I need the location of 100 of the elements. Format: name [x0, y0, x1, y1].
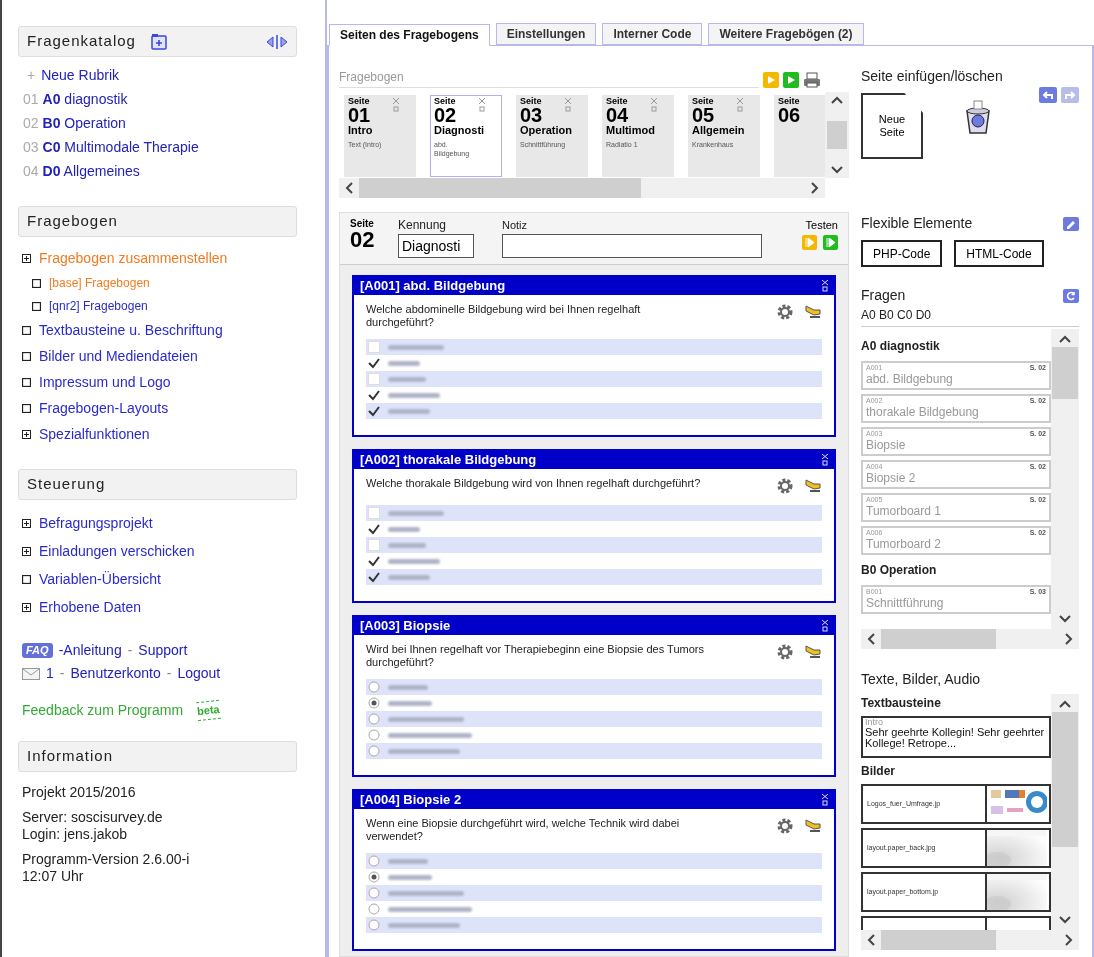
menu-link[interactable]: Textbausteine u. Beschriftung	[39, 320, 223, 341]
trash-icon[interactable]	[963, 99, 993, 135]
question-text: Wenn eine Biopsie durchgeführt wird, welche Technik wird dabei verwendet?	[366, 817, 681, 843]
panel-title: Fragebogen	[27, 211, 118, 232]
chevron-right-icon[interactable]	[1065, 934, 1073, 946]
panel-title: Fragenkatalog	[27, 31, 136, 52]
category-link[interactable]: B0 Operation	[42, 113, 126, 134]
print-icon[interactable]	[803, 72, 821, 88]
expand-box-icon	[22, 519, 31, 528]
question-title: [A001] abd. Bildgebung	[360, 277, 507, 296]
new-category-link[interactable]: Neue Rubrik	[41, 65, 119, 86]
play-icon[interactable]	[783, 72, 799, 88]
info-text: Server: soscisurvey.de Login: jens.jakob	[22, 809, 164, 843]
category-link[interactable]: D0 Allgemeines	[42, 161, 140, 182]
chevron-left-icon[interactable]	[867, 633, 875, 645]
scrollbar-thumb[interactable]	[359, 178, 641, 198]
account-link[interactable]: Benutzerkonto	[70, 663, 161, 684]
note-input[interactable]	[502, 234, 762, 258]
section-title: Seite einfügen/löschen	[861, 67, 1004, 86]
message-count[interactable]: 1	[46, 663, 54, 684]
chevron-down-icon[interactable]	[831, 166, 843, 174]
field-label: Testen	[805, 219, 838, 232]
menu-link[interactable]: Einladungen verschicken	[39, 541, 195, 562]
category-number: 04	[23, 162, 39, 181]
refresh-icon[interactable]	[1063, 288, 1079, 303]
chevron-up-icon[interactable]	[1059, 700, 1071, 708]
section-title: Flexible Elemente	[861, 214, 973, 233]
menu-link[interactable]: [qnr2] Fragebogen	[49, 297, 148, 315]
tab[interactable]: Interner Code	[602, 23, 703, 45]
chevron-left-icon[interactable]	[345, 182, 353, 194]
category-link[interactable]: A0 diagnostik	[42, 89, 128, 110]
scrollbar-thumb[interactable]	[1052, 347, 1078, 399]
leaf-box-icon	[22, 326, 31, 335]
question-title: [A002] thorakale Bildgebung	[360, 451, 538, 470]
blurred-label	[388, 700, 432, 706]
chevron-up-icon[interactable]	[831, 96, 843, 104]
expand-box-icon	[22, 254, 31, 263]
close-icon[interactable]	[822, 454, 828, 466]
gear-icon[interactable]	[776, 303, 794, 321]
close-icon[interactable]	[822, 794, 828, 806]
page-number: 06	[778, 106, 802, 124]
separator: -	[127, 641, 133, 660]
new-page-button[interactable]: Neue Seite	[861, 93, 923, 159]
beta-badge: beta	[196, 700, 221, 721]
category-link[interactable]: C0 Multimodale Therapie	[42, 137, 199, 158]
scrollbar-thumb[interactable]	[881, 629, 996, 649]
id-input[interactable]: Diagnosti	[398, 234, 474, 258]
page-card[interactable]: Seite 06	[774, 95, 825, 177]
undo-icon[interactable]	[1039, 87, 1057, 103]
question-text: Welche thorakale Bildgebung wird von Ihnen regelhaft durchgeführt?	[366, 477, 702, 490]
leaf-box-icon	[32, 278, 41, 288]
chevron-down-icon[interactable]	[1059, 916, 1071, 924]
menu-link[interactable]: Befragungsprojekt	[39, 513, 153, 534]
text-block-item[interactable]: Intro Sehr geehrte Kollegin! Sehr geehrter Kollege! Retrope...	[861, 716, 1051, 758]
tab[interactable]: Einstellungen	[495, 23, 597, 45]
play-icon[interactable]	[823, 235, 838, 250]
menu-link[interactable]: Variablen-Übersicht	[39, 569, 161, 590]
blurred-label	[388, 858, 428, 864]
field-label: Notiz	[502, 219, 529, 232]
support-link[interactable]: Support	[138, 640, 188, 661]
category-number: 01	[23, 90, 39, 109]
leaf-box-icon	[22, 404, 31, 413]
page-label: Seite	[348, 97, 370, 106]
scrollbar-thumb[interactable]	[1052, 712, 1078, 847]
chevron-up-icon[interactable]	[1059, 335, 1071, 343]
menu-link[interactable]: Impressum und Logo	[39, 372, 171, 393]
scrollbar-thumb[interactable]	[881, 930, 996, 950]
close-icon[interactable]	[822, 280, 828, 292]
gear-icon[interactable]	[776, 643, 794, 661]
code-button[interactable]: PHP-Code	[861, 240, 943, 267]
group-title: Textbausteine	[861, 695, 942, 712]
page-number: 05	[692, 106, 716, 124]
section-label: Fragebogen	[339, 68, 759, 88]
code-button[interactable]: HTML-Code	[954, 240, 1044, 267]
section-title: Fragen	[861, 286, 906, 305]
faq-badge[interactable]: FAQ	[22, 643, 53, 658]
blurred-label	[388, 684, 428, 690]
gear-icon[interactable]	[776, 477, 794, 495]
chevron-right-icon[interactable]	[1065, 633, 1073, 645]
logout-link[interactable]: Logout	[177, 663, 221, 684]
page-number: 01	[348, 106, 372, 124]
help-link[interactable]: -Anleitung	[58, 640, 122, 661]
menu-link[interactable]: Spezialfunktionen	[39, 424, 150, 445]
page-title: Diagnosti	[434, 124, 486, 137]
tab[interactable]: Weitere Fragebögen (2)	[708, 23, 864, 45]
scrollbar-thumb[interactable]	[827, 121, 847, 149]
blurred-label	[388, 922, 460, 928]
chevron-down-icon[interactable]	[1059, 615, 1071, 623]
menu-link[interactable]: Bilder und Mediendateien	[39, 346, 198, 367]
gear-icon[interactable]	[776, 817, 794, 835]
separator: -	[59, 664, 65, 683]
folder-add-icon[interactable]	[149, 32, 168, 51]
chevron-left-icon[interactable]	[867, 934, 875, 946]
menu-link[interactable]: Fragebogen-Layouts	[39, 398, 169, 419]
chevron-right-icon[interactable]	[811, 182, 819, 194]
menu-link[interactable]: Erhobene Daten	[39, 597, 141, 618]
collapse-arrows-icon[interactable]	[266, 33, 288, 50]
close-icon[interactable]	[822, 620, 828, 632]
tab[interactable]: Seiten des Fragebogens	[329, 24, 490, 46]
question-text: Wird bei Ihnen regelhaft vor Therapiebeginn eine Biopsie des Tumors durchgeführt?	[366, 643, 705, 669]
